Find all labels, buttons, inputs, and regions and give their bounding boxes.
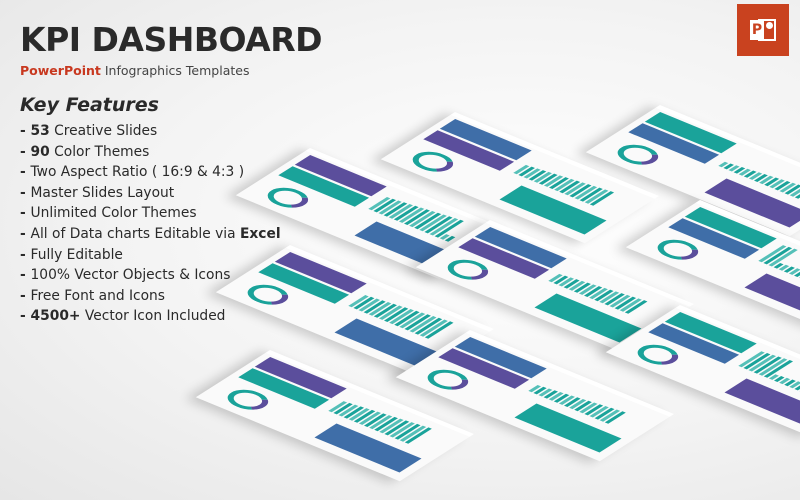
slide-donut-chart: [404, 147, 461, 176]
feature-prefix: -: [20, 225, 31, 242]
feature-bold: 90: [30, 143, 50, 160]
feature-prefix: -: [20, 205, 31, 222]
slide-donut-chart: [629, 340, 686, 369]
feature-prefix: -: [20, 246, 31, 263]
feature-text: 100% Vector Objects & Icons: [30, 267, 231, 284]
powerpoint-letter: P: [750, 20, 764, 40]
feature-item: - Unlimited Color Themes: [20, 203, 281, 224]
feature-text: Vector Icon Included: [80, 308, 226, 325]
page-title: KPI DASHBOARD: [20, 20, 323, 59]
feature-item: - Fully Editable: [20, 245, 281, 266]
slide-donut-chart: [419, 365, 476, 394]
feature-bold: 53: [30, 123, 50, 139]
feature-text: Master Slides Layout: [30, 184, 175, 201]
slide-donut-chart: [439, 255, 496, 284]
slide-donut-chart: [239, 280, 296, 309]
feature-text: Free Font and Icons: [30, 287, 165, 304]
feature-prefix: -: [20, 287, 31, 304]
feature-text: Color Themes: [49, 143, 150, 160]
slide-donut-chart: [259, 183, 316, 212]
powerpoint-icon: P: [750, 19, 776, 41]
feature-prefix: -: [20, 143, 31, 160]
feature-prefix: -: [20, 184, 31, 201]
slide-panel: [744, 273, 800, 323]
feature-item: - All of Data charts Editable via Excel: [20, 224, 281, 245]
feature-prefix: -: [20, 308, 31, 325]
subtitle-text: Infographics Templates: [100, 63, 250, 78]
slide-donut-chart: [219, 385, 276, 414]
slide-donut-chart: [609, 140, 666, 169]
feature-prefix: -: [20, 267, 31, 284]
feature-item: - 4500+ Vector Icon Included: [20, 306, 281, 327]
subtitle: PowerPoint Infographics Templates: [20, 63, 249, 78]
features-heading: Key Features: [20, 94, 159, 116]
feature-text: Unlimited Color Themes: [30, 205, 197, 222]
feature-prefix: -: [20, 164, 31, 181]
feature-text: All of Data charts Editable via: [30, 225, 240, 242]
powerpoint-logo: P: [737, 4, 789, 56]
feature-text: Fully Editable: [30, 246, 123, 263]
feature-item: - 53 Creative Slides: [20, 121, 281, 142]
feature-item: - 90 Color Themes: [20, 142, 281, 163]
feature-prefix: -: [20, 123, 31, 139]
feature-text: Two Aspect Ratio ( 16:9 & 4:3 ): [30, 164, 245, 181]
feature-bold: 4500+: [30, 308, 81, 325]
feature-text: Creative Slides: [49, 123, 158, 139]
slide-donut-chart: [649, 235, 706, 264]
subtitle-brand: PowerPoint: [20, 63, 101, 78]
feature-item: - Two Aspect Ratio ( 16:9 & 4:3 ): [20, 162, 281, 183]
feature-bold_end: Excel: [239, 225, 281, 242]
